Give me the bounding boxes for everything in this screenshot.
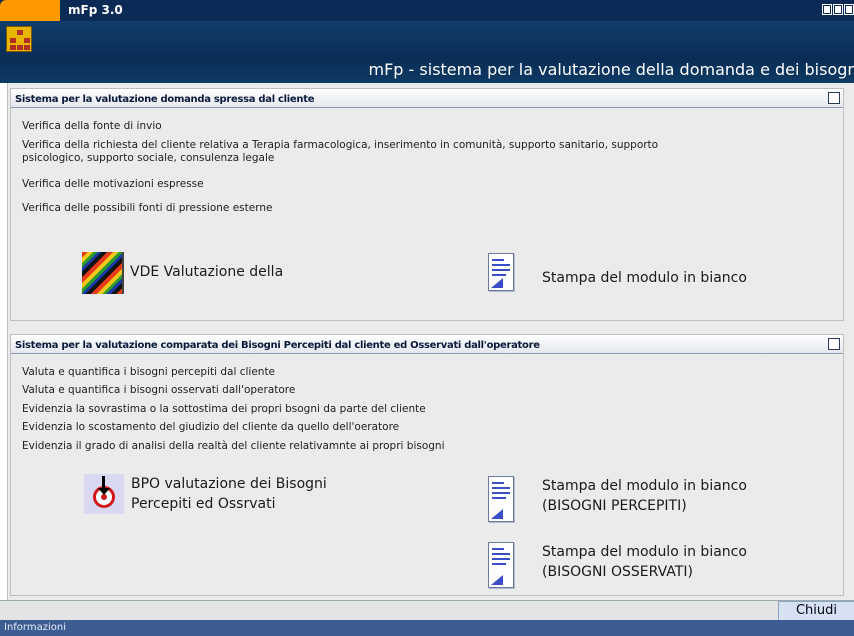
list-item: psicologico, supporto sociale, consulenz… — [22, 152, 275, 164]
list-item: Verifica delle possibili fonti di pressi… — [22, 202, 273, 214]
document-icon — [488, 476, 514, 522]
print-osservati-label: Stampa del modulo in bianco (BISOGNI OSS… — [542, 542, 747, 582]
vde-label: VDE Valutazione della — [130, 264, 284, 280]
print-osservati-line2: (BISOGNI OSSERVATI) — [542, 564, 693, 580]
bpo-button[interactable]: BPO valutazione dei Bisogni Percepiti ed… — [84, 474, 327, 514]
app-subtitle: mFp - sistema per la valutazione della d… — [368, 60, 854, 79]
list-item: Valuta e quantifica i bisogni osservati … — [22, 384, 296, 396]
document-icon — [488, 542, 514, 588]
app-header: mFp - sistema per la valutazione della d… — [0, 21, 854, 83]
list-item: Evidenzia il grado di analisi della real… — [22, 440, 445, 452]
print-percepiti-label: Stampa del modulo in bianco (BISOGNI PER… — [542, 476, 747, 516]
close-button[interactable]: Chiudi — [778, 601, 854, 621]
list-item: Verifica delle motivazioni espresse — [22, 178, 204, 190]
print-percepiti-line1: Stampa del modulo in bianco — [542, 478, 747, 494]
window-title: mFp 3.0 — [68, 3, 123, 17]
panel-toggle-button[interactable] — [828, 92, 840, 104]
title-tab — [0, 0, 60, 21]
print-osservati-button[interactable]: Stampa del modulo in bianco (BISOGNI OSS… — [488, 542, 747, 588]
vde-icon — [82, 252, 124, 294]
print-osservati-line1: Stampa del modulo in bianco — [542, 544, 747, 560]
app-logo-icon — [6, 26, 32, 52]
list-item: Valuta e quantifica i bisogni percepiti … — [22, 366, 276, 378]
minimize-button[interactable] — [822, 4, 832, 15]
list-item: Evidenzia la sovrastima o la sottostima … — [22, 403, 426, 415]
maximize-button[interactable] — [833, 4, 843, 15]
status-text: Informazioni — [4, 622, 66, 633]
list-item: Evidenzia lo scostamento del giudizio de… — [22, 421, 400, 433]
close-window-button[interactable] — [844, 4, 854, 15]
bottom-bar: Chiudi — [0, 600, 854, 621]
bpo-label-line2: Percepiti ed Ossrvati — [131, 496, 276, 512]
bpo-label: BPO valutazione dei Bisogni Percepiti ed… — [131, 474, 327, 514]
print-percepiti-button[interactable]: Stampa del modulo in bianco (BISOGNI PER… — [488, 476, 747, 522]
target-icon — [84, 474, 124, 514]
list-item: Verifica della richiesta del cliente rel… — [22, 139, 659, 151]
title-bar: mFp 3.0 — [0, 0, 854, 21]
panel-title: Sistema per la valutazione comparata dei… — [15, 340, 540, 351]
panel-header: Sistema per la valutazione domanda spres… — [11, 89, 843, 108]
vde-button[interactable]: VDE Valutazione della — [82, 252, 283, 294]
panel-toggle-button[interactable] — [828, 338, 840, 350]
print-percepiti-line2: (BISOGNI PERCEPITI) — [542, 498, 687, 514]
status-bar: Informazioni — [0, 620, 854, 636]
window-controls — [822, 4, 854, 15]
print-blank-label: Stampa del modulo in bianco — [542, 270, 747, 286]
panel-title: Sistema per la valutazione domanda spres… — [15, 94, 315, 105]
bpo-label-line1: BPO valutazione dei Bisogni — [131, 476, 327, 492]
panel-header: Sistema per la valutazione comparata dei… — [11, 335, 843, 354]
document-icon — [488, 253, 514, 291]
print-blank-button[interactable]: Stampa del modulo in bianco — [488, 253, 747, 291]
list-item: Verifica della fonte di invio — [22, 120, 162, 132]
